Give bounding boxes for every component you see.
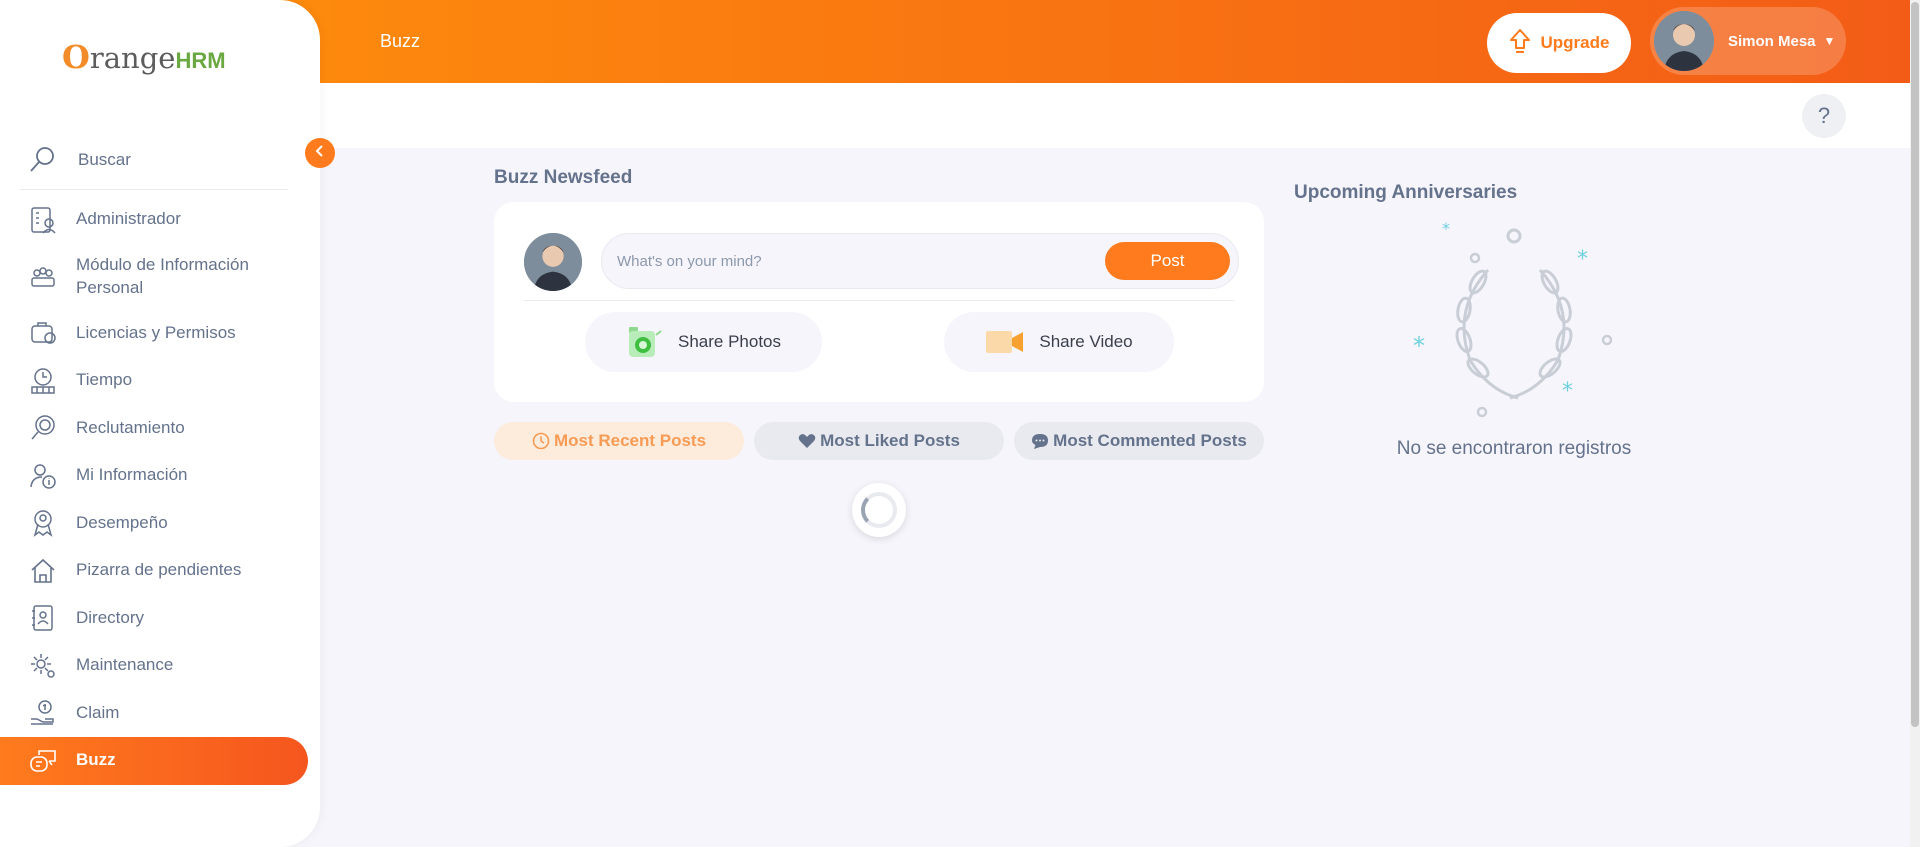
- post-composer-card: Post Share Photos Share Video: [494, 202, 1264, 402]
- sidebar-item-label: Licencias y Permisos: [76, 322, 236, 342]
- newsfeed-title: Buzz Newsfeed: [494, 167, 633, 188]
- filter-most-recent[interactable]: Most Recent Posts: [494, 422, 744, 460]
- sidebar-item-claim[interactable]: Claim: [0, 690, 320, 738]
- user-name: Simon Mesa: [1728, 32, 1816, 50]
- sidebar-item-recruitment[interactable]: Reclutamiento: [0, 405, 320, 453]
- buzz-icon: [28, 746, 58, 776]
- sidebar-nav: Administrador Módulo de Información Pers…: [0, 196, 320, 785]
- page-title: Buzz: [380, 31, 421, 51]
- share-video-button[interactable]: Share Video: [944, 312, 1174, 372]
- user-menu[interactable]: Simon Mesa ▼: [1650, 7, 1846, 75]
- post-input-wrapper: Post: [601, 233, 1239, 289]
- sidebar-item-performance[interactable]: Desempeño: [0, 500, 320, 548]
- sidebar-item-label: Buzz: [76, 750, 116, 770]
- svg-text:*: *: [1577, 247, 1588, 272]
- anniversaries-title: Upcoming Anniversaries: [1294, 182, 1518, 203]
- sidebar-item-label: Directory: [76, 607, 145, 627]
- caret-down-icon: ▼: [1823, 34, 1836, 48]
- share-video-label: Share Video: [1039, 332, 1133, 351]
- filter-most-commented[interactable]: Most Commented Posts: [1014, 422, 1264, 460]
- leave-icon: [28, 318, 58, 348]
- sidebar-item-buzz[interactable]: Buzz: [0, 737, 308, 785]
- share-photos-button[interactable]: Share Photos: [585, 312, 822, 372]
- composer-avatar: [524, 233, 582, 291]
- sidebar-collapse-button[interactable]: [305, 138, 335, 168]
- scrollbar-thumb[interactable]: [1911, 2, 1919, 727]
- sidebar-item-label: Mi Información: [76, 465, 188, 485]
- filter-label: Most Liked Posts: [820, 431, 960, 450]
- post-filters: Most Recent Posts Most Liked Posts Most …: [494, 422, 1264, 460]
- sidebar-item-my-info[interactable]: Mi Información: [0, 452, 320, 500]
- post-text-input[interactable]: [617, 252, 1097, 270]
- sidebar-item-dashboard[interactable]: Pizarra de pendientes: [0, 547, 320, 595]
- sidebar-search[interactable]: Buscar: [20, 130, 288, 190]
- post-button[interactable]: Post: [1105, 242, 1230, 280]
- share-photos-label: Share Photos: [677, 332, 781, 351]
- camera-icon: [626, 325, 664, 359]
- admin-icon: [28, 205, 58, 235]
- sidebar-item-pim[interactable]: Módulo de Información Personal: [0, 244, 320, 310]
- filter-label: Most Recent Posts: [553, 431, 707, 450]
- sidebar-item-label: Maintenance: [76, 655, 174, 675]
- no-records-message: No se encontraron registros: [1396, 438, 1632, 459]
- sidebar-item-label: Pizarra de pendientes: [76, 560, 242, 580]
- sidebar-item-time[interactable]: Tiempo: [0, 357, 320, 405]
- recruitment-icon: [28, 413, 58, 443]
- orangehrm-logo: Orange HRM: [62, 38, 226, 76]
- laurel-wreath-illustration: * * * *: [1400, 219, 1630, 425]
- composer-divider: [524, 300, 1234, 301]
- upgrade-label: Upgrade: [1540, 33, 1610, 52]
- upgrade-arrow-icon: [1509, 28, 1531, 59]
- directory-icon: [28, 603, 58, 633]
- user-avatar: [1654, 11, 1714, 71]
- video-camera-icon: [985, 329, 1025, 355]
- sidebar-item-maintenance[interactable]: Maintenance: [0, 642, 320, 690]
- sidebar-item-admin[interactable]: Administrador: [0, 196, 320, 244]
- filter-most-liked[interactable]: Most Liked Posts: [754, 422, 1004, 460]
- filter-label: Most Commented Posts: [1053, 431, 1247, 450]
- svg-text:*: *: [1562, 379, 1573, 404]
- sidebar-item-label: Desempeño: [76, 512, 168, 532]
- sidebar-item-label: Administrador: [76, 209, 181, 229]
- sidebar-item-label: Módulo de Información Personal: [76, 254, 249, 297]
- svg-text:*: *: [1413, 332, 1425, 360]
- people-icon: [28, 262, 58, 292]
- sidebar-item-leave[interactable]: Licencias y Permisos: [0, 310, 320, 358]
- help-button[interactable]: ?: [1802, 94, 1846, 138]
- performance-icon: [28, 508, 58, 538]
- comment-icon: [1031, 432, 1049, 450]
- heart-icon: [798, 433, 816, 449]
- sidebar-item-label: Claim: [76, 702, 120, 722]
- sidebar: Orange HRM Buscar Administrador Módulo de…: [0, 0, 320, 847]
- sidebar-item-directory[interactable]: Directory: [0, 595, 320, 643]
- dashboard-icon: [28, 556, 58, 586]
- upgrade-button[interactable]: Upgrade: [1487, 13, 1631, 73]
- clock-icon: [532, 432, 550, 450]
- page-scrollbar[interactable]: [1910, 0, 1920, 847]
- loading-spinner: [852, 483, 906, 537]
- chevron-left-icon: [314, 144, 326, 163]
- claim-icon: [28, 698, 58, 728]
- search-label: Buscar: [78, 149, 131, 169]
- svg-text:*: *: [1442, 220, 1450, 238]
- sidebar-item-label: Tiempo: [76, 370, 133, 390]
- search-icon: [28, 146, 56, 174]
- maintenance-icon: [28, 651, 58, 681]
- time-icon: [28, 366, 58, 396]
- my-info-icon: [28, 461, 58, 491]
- sidebar-item-label: Reclutamiento: [76, 417, 185, 437]
